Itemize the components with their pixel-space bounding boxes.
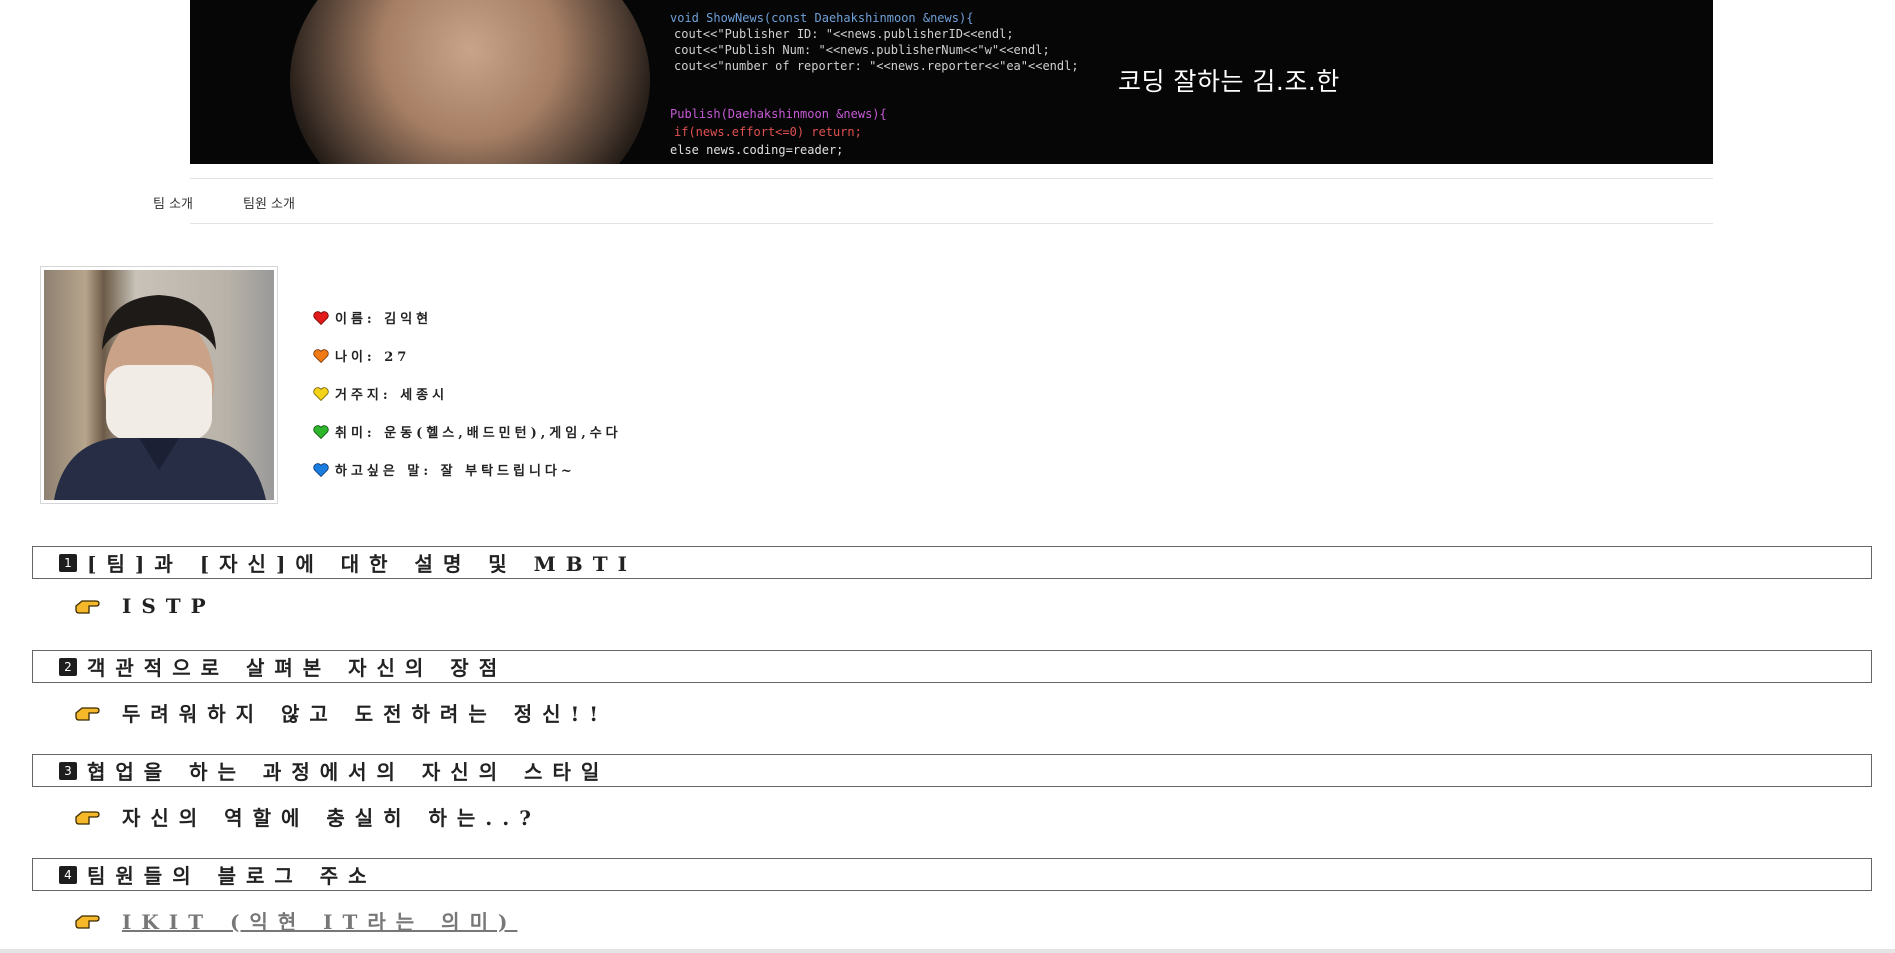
section-title: [팀]과 [자신]에 대한 설명 및 MBTI	[87, 552, 637, 576]
heart-icon	[313, 348, 329, 363]
number-badge: 3	[59, 761, 77, 780]
number-badge: 4	[59, 865, 77, 884]
profile-residence-row: 거주지: 세종시	[313, 384, 448, 403]
profile-message: 하고싶은 말: 잘 부탁드립니다~	[335, 464, 576, 479]
pointing-hand-icon	[75, 810, 100, 825]
profile-age: 나이: 27	[335, 350, 411, 365]
nav-bottom-divider	[190, 223, 1713, 224]
section-answer-text: ISTP	[122, 594, 216, 618]
section-answer-text: 자신의 역할에 충실히 하는..?	[122, 806, 541, 830]
profile-residence: 거주지: 세종시	[335, 388, 449, 403]
section-title: 객관적으로 살펴본 자신의 장점	[87, 656, 508, 680]
code-line: if(news.effort<=0) return;	[674, 125, 862, 139]
blog-link[interactable]: IKIT (익현 IT라는 의미)	[122, 906, 517, 935]
profile-name-row: 이름: 김익현	[313, 308, 432, 327]
section-header-2: 2 객관적으로 살펴본 자신의 장점	[32, 650, 1872, 683]
header-banner: void ShowNews(const Daehakshinmoon &news…	[190, 0, 1713, 164]
code-line: void ShowNews(const Daehakshinmoon &news…	[670, 11, 973, 25]
section-header-4: 4 팀원들의 블로그 주소	[32, 858, 1872, 891]
pointing-hand-icon	[75, 914, 100, 929]
section-answer-3: 자신의 역할에 충실히 하는..?	[74, 802, 541, 831]
horizontal-scrollbar[interactable]	[0, 949, 1895, 953]
section-answer-2: 두려워하지 않고 도전하려는 정신!!	[74, 698, 608, 727]
banner-title: 코딩 잘하는 김.조.한	[1118, 67, 1340, 96]
code-line: cout<<"Publisher ID: "<<news.publisherID…	[674, 27, 1014, 41]
section-title: 팀원들의 블로그 주소	[87, 864, 377, 888]
heart-icon	[313, 424, 329, 439]
pointing-hand-icon	[75, 706, 100, 721]
section-title: 협업을 하는 과정에서의 자신의 스타일	[87, 760, 610, 784]
pointing-hand-icon	[75, 600, 100, 614]
heart-icon	[313, 310, 329, 325]
heart-icon	[313, 462, 329, 477]
section-answer-4: IKIT (익현 IT라는 의미)	[74, 906, 517, 935]
profile-message-row: 하고싶은 말: 잘 부탁드립니다~	[313, 460, 576, 479]
nav-team-intro[interactable]: 팀 소개	[153, 193, 193, 212]
code-line: cout<<"number of reporter: "<<news.repor…	[674, 59, 1079, 73]
heart-icon	[313, 386, 329, 401]
number-badge: 1	[59, 553, 77, 572]
number-badge: 2	[59, 657, 77, 676]
profile-photo	[40, 266, 278, 504]
code-line: cout<<"Publish Num: "<<news.publisherNum…	[674, 43, 1050, 57]
code-line: Publish(Daehakshinmoon &news){	[670, 107, 887, 121]
section-header-3: 3 협업을 하는 과정에서의 자신의 스타일	[32, 754, 1872, 787]
section-answer-text: 두려워하지 않고 도전하려는 정신!!	[122, 702, 609, 726]
nav-member-intro[interactable]: 팀원 소개	[243, 193, 295, 212]
nav-top-divider	[190, 178, 1713, 179]
code-line: else news.coding=reader;	[670, 143, 843, 157]
profile-name: 이름: 김익현	[335, 312, 433, 327]
banner-portrait	[290, 0, 650, 164]
profile-hobby-row: 취미: 운동(헬스,배드민턴),게임,수다	[313, 422, 622, 441]
profile-hobby: 취미: 운동(헬스,배드민턴),게임,수다	[335, 426, 622, 441]
section-answer-1: ISTP	[74, 594, 216, 618]
section-header-1: 1 [팀]과 [자신]에 대한 설명 및 MBTI	[32, 546, 1872, 579]
profile-age-row: 나이: 27	[313, 346, 410, 365]
